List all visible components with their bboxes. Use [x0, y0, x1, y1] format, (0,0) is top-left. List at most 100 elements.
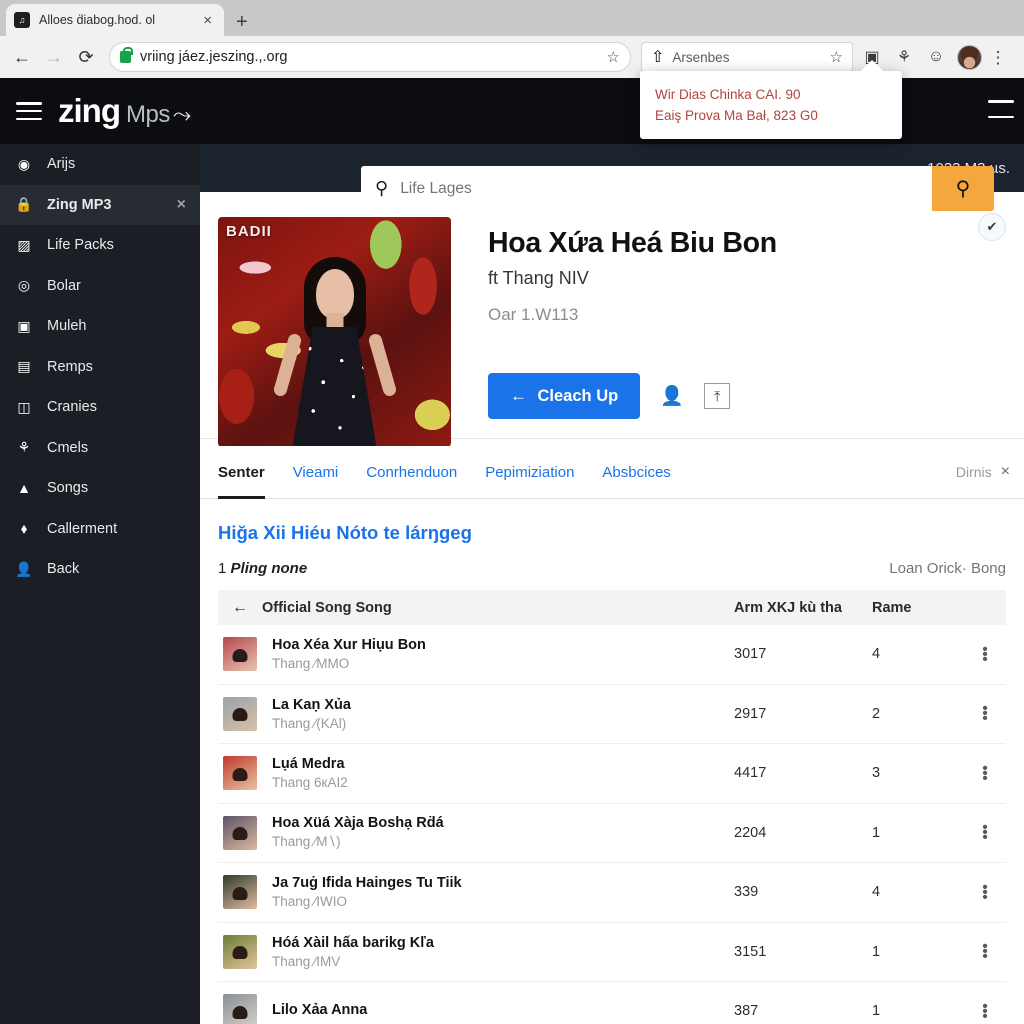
upload-icon[interactable]: ⤒: [704, 383, 731, 409]
close-icon[interactable]: ×: [199, 12, 216, 29]
back-icon[interactable]: ←: [7, 42, 37, 72]
album-art: BADII: [218, 217, 451, 447]
sidebar-item-cranies[interactable]: ◫ Cranies: [0, 387, 200, 428]
record-icon: ◎: [17, 277, 31, 294]
song-artist: Thang ⁄M∖): [272, 834, 341, 850]
song-plays: 2917: [734, 705, 767, 722]
sidebar-item-label: Songs: [47, 480, 89, 497]
broadcast-icon: ▲: [17, 480, 31, 497]
table-body: Hoa Xéa Xur Hiụu Bon Thang ∕MMO 3017 4 • • • La…: [218, 625, 1006, 1024]
tab-senter[interactable]: Senter: [218, 446, 265, 499]
song-plays: 4417: [734, 765, 767, 782]
secondary-omnibox-label: Arsenbes: [672, 49, 730, 65]
hamburger-menu-icon[interactable]: [16, 102, 42, 120]
sidebar-item-back[interactable]: 👤 Back: [0, 549, 200, 590]
brand-arrow-icon: ⤳: [172, 101, 192, 127]
tab-absbcices[interactable]: Absbcices: [602, 446, 670, 499]
brand-logo[interactable]: zing Mps ⤳: [58, 92, 191, 130]
sidebar-item-songs[interactable]: ▲ Songs: [0, 468, 200, 509]
sidebar-item-label: Cmels: [47, 439, 89, 456]
header-menu-icon[interactable]: [988, 100, 1014, 118]
search-submit-button[interactable]: ⚲: [932, 166, 994, 211]
sidebar-item-cmels[interactable]: ⚘ Cmels: [0, 428, 200, 469]
table-row[interactable]: Hoa Xüá Xàja Boshạ Rḋá Thang ⁄M∖) 2204 1 • • •: [218, 804, 1006, 863]
share-icon[interactable]: ⇧: [651, 47, 664, 67]
browser-menu-icon[interactable]: ⋮: [987, 49, 1009, 66]
column-header-plays[interactable]: Arm XKJ kù tha: [734, 600, 872, 616]
list-heading[interactable]: Hiğa Xii Hiéu Nóto te lárŋgeg: [200, 499, 1024, 544]
sort-arrow-icon[interactable]: ←: [218, 599, 262, 617]
song-artist: Thang ⁄IWIO: [272, 894, 348, 910]
sidebar-item-label: Cranies: [47, 399, 97, 416]
song-rank: 1: [872, 824, 881, 841]
sidebar-item-bolar[interactable]: ◎ Bolar: [0, 266, 200, 307]
tab-vieami[interactable]: Vieami: [293, 446, 339, 499]
song-thumbnail: [218, 875, 262, 910]
tabs-right-label: Dirnis: [955, 464, 992, 480]
sidebar-item-zing-mp3[interactable]: 🔒 Zing MP3 ×: [0, 184, 200, 225]
list-count-number: 1: [218, 560, 227, 577]
page: zing Mps ⤳ ⚲ ⚲ ◉ Arijs 🔒 Zing MP3 × ▨ Li…: [0, 78, 1024, 1024]
verified-badge-icon[interactable]: ✔: [978, 213, 1006, 241]
song-title: Lilo Xảa Anna: [272, 1001, 368, 1018]
row-menu-icon[interactable]: • • •: [964, 641, 1006, 667]
column-header-name[interactable]: Official Song Song: [262, 600, 734, 616]
close-icon[interactable]: ×: [1001, 463, 1010, 481]
table-row[interactable]: Ja 7uġ Ifida Hainges Tu Tiik Thang ⁄IWIO 3…: [218, 863, 1006, 923]
search-field[interactable]: ⚲: [361, 166, 932, 211]
secondary-omnibox[interactable]: ⇧ Arsenbes ☆: [641, 42, 853, 72]
library-icon: ▨: [17, 236, 31, 253]
bookmark-star-icon-2[interactable]: ☆: [824, 48, 843, 66]
close-icon[interactable]: ×: [177, 196, 186, 214]
table-row[interactable]: Lụá Medra Thang 6кAI2 4417 3 • • •: [218, 744, 1006, 804]
popup-line-1: Wir Dias Chinka CAI. 90: [655, 87, 801, 102]
song-title: Hóá Xàil hấa barikg Kľa: [272, 934, 434, 951]
row-menu-icon[interactable]: • • •: [964, 760, 1006, 786]
song-thumbnail: [218, 756, 262, 791]
song-plays: 387: [734, 1003, 759, 1020]
site-favicon: ♫: [14, 12, 30, 28]
new-tab-button[interactable]: +: [236, 12, 248, 32]
sidebar-item-remps[interactable]: ▤ Remps: [0, 347, 200, 388]
row-menu-icon[interactable]: • • •: [964, 939, 1006, 965]
forward-icon[interactable]: →: [39, 42, 69, 72]
avatar[interactable]: [957, 44, 982, 70]
emoji-icon[interactable]: ☺: [923, 44, 949, 70]
table-row[interactable]: Lilo Xảa Anna 387 1 • • •: [218, 982, 1006, 1024]
puzzle-icon[interactable]: ⚘: [891, 44, 917, 70]
bookmark-star-icon[interactable]: ☆: [601, 48, 620, 66]
sidebar-item-callerment[interactable]: ⬧ Callerment: [0, 509, 200, 550]
song-thumbnail: [218, 994, 262, 1024]
sidebar-item-arijs[interactable]: ◉ Arijs: [0, 144, 200, 185]
sidebar-item-label: Zing MP3: [47, 196, 112, 213]
search-circle-icon: ◉: [17, 155, 31, 172]
row-menu-icon[interactable]: • • •: [964, 879, 1006, 905]
hero-actions: ← Cleach Up 👤 ⤒: [488, 373, 1006, 419]
table-row[interactable]: Hoa Xéa Xur Hiụu Bon Thang ∕MMO 3017 4 • • •: [218, 625, 1006, 685]
row-menu-icon[interactable]: • • •: [964, 998, 1006, 1024]
song-thumbnail: [218, 815, 262, 850]
sidebar-item-label: Life Packs: [47, 237, 114, 254]
column-header-rank[interactable]: Rame: [872, 600, 964, 616]
sidebar-item-life-packs[interactable]: ▨ Life Packs: [0, 225, 200, 266]
song-name-cell: Lụá Medra Thang 6кAI2: [262, 756, 734, 790]
song-rank: 3: [872, 765, 881, 782]
reload-icon[interactable]: ⟳: [71, 42, 101, 72]
tab-conrhenduon[interactable]: Conrhenduon: [366, 446, 457, 499]
browser-tab[interactable]: ♫ Alloes ḋiabog.hod. ol ×: [6, 4, 224, 36]
row-menu-icon[interactable]: • • •: [964, 701, 1006, 727]
search-input[interactable]: [400, 179, 918, 198]
song-plays: 3151: [734, 943, 767, 960]
table-row[interactable]: La Kaṇ Xủa Thang ⁄(KAl) 2917 2 • • •: [218, 685, 1006, 744]
table-row[interactable]: Hóá Xàil hấa barikg Kľa Thang ⁄IMV 3151 1 • •…: [218, 923, 1006, 982]
hero-info: Hoa Xứa Heá Biu Bon ft Thang NIV Oar 1.W…: [451, 217, 1006, 438]
cleach-up-button[interactable]: ← Cleach Up: [488, 373, 641, 419]
row-menu-icon[interactable]: • • •: [964, 820, 1006, 846]
shield-icon: ⬧: [20, 520, 28, 537]
sidebar-item-muleh[interactable]: ▣ Muleh: [0, 306, 200, 347]
song-name-cell: Ja 7uġ Ifida Hainges Tu Tiik Thang ⁄IWIO: [262, 875, 734, 909]
songs-table: ← Official Song Song Arm XKJ kù tha Rame…: [218, 590, 1006, 1024]
person-icon[interactable]: 👤: [659, 383, 685, 409]
address-bar[interactable]: vriing jáez.jeszing.,.org ☆: [109, 42, 631, 72]
tab-pepimiziation[interactable]: Pepimiziation: [485, 446, 574, 499]
